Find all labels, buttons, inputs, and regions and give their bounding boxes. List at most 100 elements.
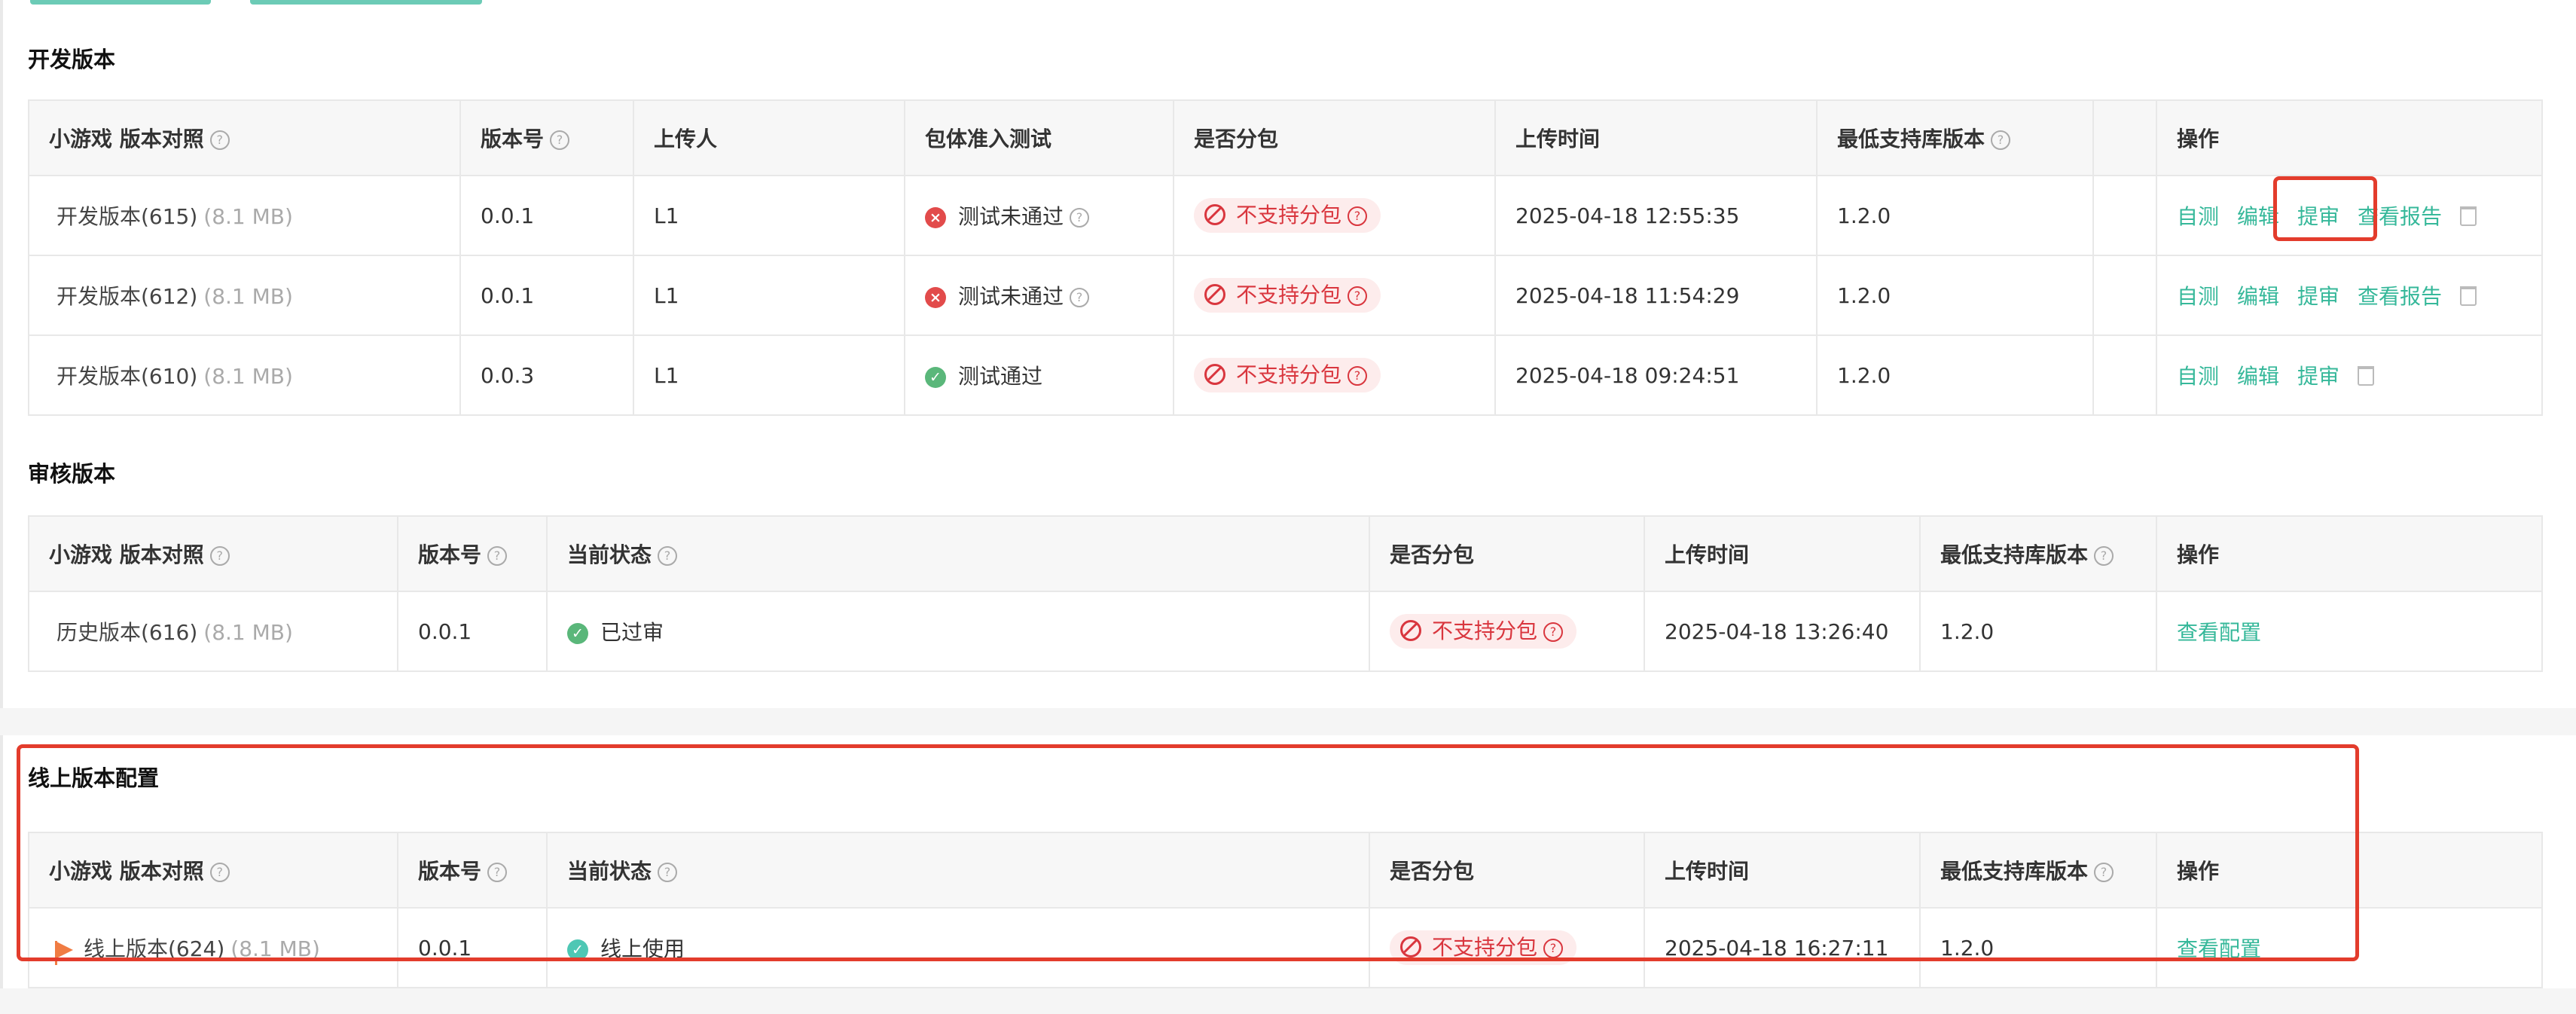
version-number-cell: 0.0.3 bbox=[459, 334, 634, 416]
submit-review-link[interactable]: 提审 bbox=[2297, 204, 2339, 229]
bottom-band bbox=[0, 988, 2576, 1014]
status-cell: ✓ 已过审 bbox=[546, 591, 1370, 672]
help-icon[interactable]: ? bbox=[1348, 206, 1368, 226]
edit-link[interactable]: 编辑 bbox=[2237, 204, 2279, 229]
review-header-row: 小游戏 版本对照? 版本号? 当前状态? 是否分包 上传时间 最低支持库版本? … bbox=[28, 515, 2543, 592]
table-row: 线上版本(624) (8.1 MB) 0.0.1 ✓ 线上使用 不支持分包? 202… bbox=[28, 907, 2543, 988]
edit-link[interactable]: 编辑 bbox=[2237, 284, 2279, 309]
top-tab-1[interactable] bbox=[30, 0, 211, 5]
close-circle-icon: × bbox=[925, 287, 946, 308]
uploader-cell: L1 bbox=[633, 255, 905, 336]
min-lib-cell: 1.2.0 bbox=[1816, 175, 2094, 256]
split-cell: 不支持分包? bbox=[1173, 255, 1496, 336]
trash-icon[interactable] bbox=[2460, 206, 2477, 226]
version-name-cell: 开发版本(610) (8.1 MB) bbox=[28, 334, 461, 416]
version-number-cell: 0.0.1 bbox=[397, 907, 548, 988]
uploader-cell: L1 bbox=[633, 334, 905, 416]
close-circle-icon: × bbox=[925, 207, 946, 228]
dev-header-row: 小游戏 版本对照? 版本号? 上传人 包体准入测试 是否分包 上传时间 最低支持… bbox=[28, 99, 2543, 176]
col-version-compare: 小游戏 版本对照? bbox=[28, 832, 398, 909]
submit-review-link[interactable]: 提审 bbox=[2297, 284, 2339, 309]
col-actions: 操作 bbox=[2156, 832, 2543, 909]
col-actions: 操作 bbox=[2156, 515, 2543, 592]
table-row: 开发版本(610) (8.1 MB) 0.0.3 L1 ✓ 测试通过 不支持分包? … bbox=[28, 334, 2543, 416]
help-icon[interactable]: ? bbox=[658, 863, 678, 882]
col-package-test: 包体准入测试 bbox=[904, 99, 1174, 176]
help-icon[interactable]: ? bbox=[209, 863, 230, 882]
dev-version-table: 小游戏 版本对照? 版本号? 上传人 包体准入测试 是否分包 上传时间 最低支持… bbox=[28, 99, 2543, 416]
col-upload-time: 上传时间 bbox=[1644, 515, 1921, 592]
col-version-number: 版本号? bbox=[397, 832, 548, 909]
check-circle-icon: ✓ bbox=[567, 623, 588, 644]
col-split-package: 是否分包 bbox=[1369, 832, 1645, 909]
view-config-link[interactable]: 查看配置 bbox=[2177, 620, 2261, 645]
col-version-compare: 小游戏 版本对照? bbox=[28, 99, 461, 176]
self-test-link[interactable]: 自测 bbox=[2177, 364, 2219, 389]
split-badge: 不支持分包? bbox=[1390, 614, 1577, 649]
version-name-cell: 开发版本(612) (8.1 MB) bbox=[28, 255, 461, 336]
min-lib-cell: 1.2.0 bbox=[1816, 334, 2094, 416]
ban-icon bbox=[1400, 936, 1421, 957]
view-report-link[interactable]: 查看报告 bbox=[2358, 204, 2442, 229]
help-icon[interactable]: ? bbox=[209, 130, 230, 150]
review-section-title: 审核版本 bbox=[28, 461, 116, 487]
test-status-cell: × 测试未通过? bbox=[904, 175, 1174, 256]
col-min-lib: 最低支持库版本? bbox=[1816, 99, 2094, 176]
help-icon[interactable]: ? bbox=[550, 130, 570, 150]
help-icon[interactable]: ? bbox=[1070, 208, 1090, 228]
ban-icon bbox=[1204, 284, 1225, 305]
split-cell: 不支持分包? bbox=[1369, 907, 1645, 988]
help-icon[interactable]: ? bbox=[2094, 546, 2114, 566]
ban-icon bbox=[1400, 620, 1421, 641]
submit-review-link[interactable]: 提审 bbox=[2297, 364, 2339, 389]
section-separator bbox=[0, 708, 2576, 735]
col-version-compare: 小游戏 版本对照? bbox=[28, 515, 398, 592]
edit-link[interactable]: 编辑 bbox=[2237, 364, 2279, 389]
dev-section-title: 开发版本 bbox=[28, 47, 116, 72]
help-icon[interactable]: ? bbox=[1070, 288, 1090, 307]
check-circle-icon: ✓ bbox=[567, 939, 588, 961]
uploader-cell: L1 bbox=[633, 175, 905, 256]
version-number-cell: 0.0.1 bbox=[459, 255, 634, 336]
split-cell: 不支持分包? bbox=[1173, 175, 1496, 256]
help-icon[interactable]: ? bbox=[658, 546, 678, 566]
actions-cell: 自测 编辑 提审 查看报告 bbox=[2156, 175, 2543, 256]
split-cell: 不支持分包? bbox=[1369, 591, 1645, 672]
empty-cell bbox=[2092, 175, 2157, 256]
help-icon[interactable]: ? bbox=[209, 546, 230, 566]
trash-icon[interactable] bbox=[2358, 366, 2375, 386]
ban-icon bbox=[1204, 364, 1225, 385]
help-icon[interactable]: ? bbox=[2094, 863, 2114, 882]
version-name-cell: 历史版本(616) (8.1 MB) bbox=[28, 591, 398, 672]
col-empty bbox=[2092, 99, 2157, 176]
split-badge: 不支持分包? bbox=[1194, 278, 1381, 313]
view-report-link[interactable]: 查看报告 bbox=[2358, 284, 2442, 309]
upload-time-cell: 2025-04-18 11:54:29 bbox=[1494, 255, 1818, 336]
ban-icon bbox=[1204, 204, 1225, 225]
version-number-cell: 0.0.1 bbox=[459, 175, 634, 256]
actions-cell: 查看配置 bbox=[2156, 591, 2543, 672]
col-uploader: 上传人 bbox=[633, 99, 905, 176]
online-section-title: 线上版本配置 bbox=[28, 765, 160, 791]
self-test-link[interactable]: 自测 bbox=[2177, 284, 2219, 309]
help-icon[interactable]: ? bbox=[1543, 622, 1564, 642]
help-icon[interactable]: ? bbox=[1348, 366, 1368, 386]
col-min-lib: 最低支持库版本? bbox=[1919, 832, 2157, 909]
col-upload-time: 上传时间 bbox=[1494, 99, 1818, 176]
table-row: 历史版本(616) (8.1 MB) 0.0.1 ✓ 已过审 不支持分包? 2025… bbox=[28, 591, 2543, 672]
trash-icon[interactable] bbox=[2460, 286, 2477, 306]
self-test-link[interactable]: 自测 bbox=[2177, 204, 2219, 229]
test-status-cell: ✓ 测试通过 bbox=[904, 334, 1174, 416]
help-icon[interactable]: ? bbox=[1348, 286, 1368, 306]
help-icon[interactable]: ? bbox=[487, 546, 508, 566]
table-row: 开发版本(615) (8.1 MB) 0.0.1 L1 × 测试未通过? 不支持分包… bbox=[28, 175, 2543, 256]
split-badge: 不支持分包? bbox=[1194, 358, 1381, 392]
empty-cell bbox=[2092, 255, 2157, 336]
view-config-link[interactable]: 查看配置 bbox=[2177, 936, 2261, 961]
actions-cell: 自测 编辑 提审 bbox=[2156, 334, 2543, 416]
col-current-status: 当前状态? bbox=[546, 832, 1370, 909]
help-icon[interactable]: ? bbox=[487, 863, 508, 882]
top-tab-2[interactable] bbox=[250, 0, 482, 5]
help-icon[interactable]: ? bbox=[1543, 939, 1564, 958]
help-icon[interactable]: ? bbox=[1991, 130, 2011, 150]
